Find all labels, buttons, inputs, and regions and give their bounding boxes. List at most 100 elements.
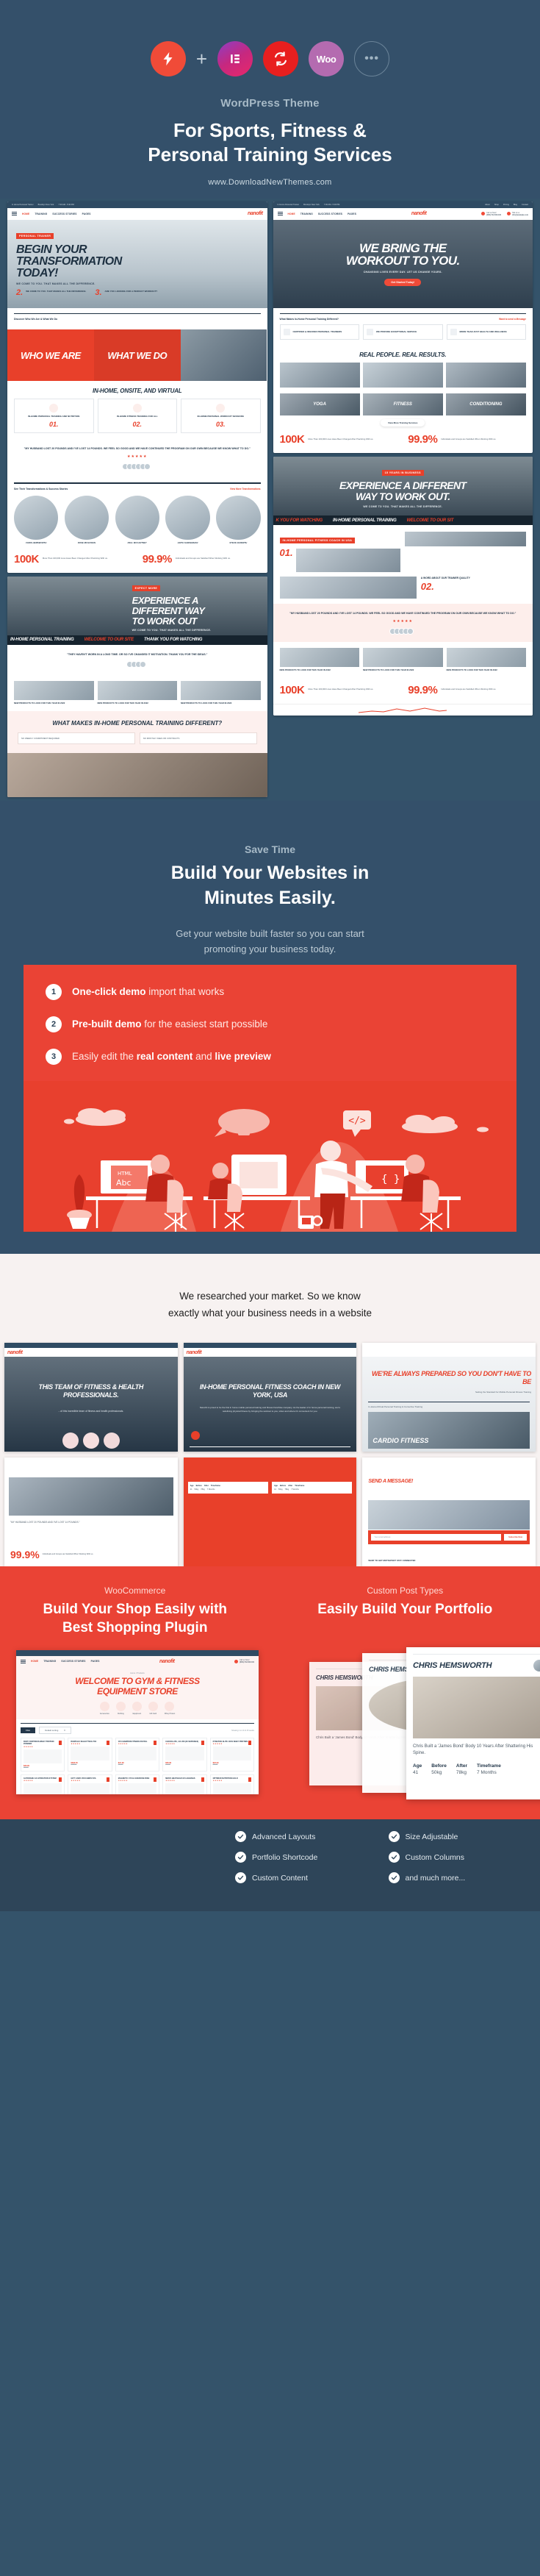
view-more-training-button[interactable]: View More Training Services (381, 419, 425, 427)
demo-shot-team[interactable]: nanofit THIS TEAM OF FITNESS & HEALTH PR… (4, 1343, 178, 1452)
course-tile[interactable]: FITNESS (362, 393, 443, 416)
mockup-hero-headline: WE BRING THE WORKOUT TO YOU. (345, 240, 460, 268)
nav-email[interactable]: Talk to us info@example.com (507, 212, 528, 216)
demo-shot-newsletter[interactable]: SEND A MESSAGE! Your email address Subsc… (362, 1458, 536, 1566)
course-tile[interactable]: YOGA (279, 393, 360, 416)
product-card[interactable]: GATORADE GX HYDRATION SYSTEM★★★★★$24.99$… (21, 1774, 65, 1795)
topbar-link-shop[interactable]: Shop (494, 204, 499, 206)
nav-training[interactable]: TRAINING (300, 213, 313, 215)
nav-training[interactable]: TRAINING (43, 1660, 56, 1663)
demo-shot-prepared[interactable]: WE'RE ALWAYS PREPARED SO YOU DON'T HAVE … (362, 1343, 536, 1452)
marquee-item: K YOU FOR WATCHING (276, 518, 323, 523)
person-card[interactable]: PAUL MCCARTNEY (115, 495, 159, 544)
person-card[interactable]: STEVE NAISMITH (216, 495, 261, 544)
demo-shot-coach[interactable]: nanofit IN-HOME PERSONAL FITNESS COACH I… (183, 1343, 357, 1452)
nav-success-stories[interactable]: SUCCESS STORIES (318, 213, 342, 215)
product-card[interactable]: GIFT CARD VOUCHERS 50%★★★★★$50.00$75.00 (68, 1774, 112, 1795)
mockup-banner-right[interactable]: 15 YEARS IN BUSINESS EXPERIENCE A DIFFER… (273, 457, 533, 716)
product-image (165, 1783, 204, 1795)
nav-pages[interactable]: PAGES (91, 1660, 100, 1663)
mockup-banner-left[interactable]: EXPECT MORE EXPERIENCE A DIFFERENT WAY T… (7, 576, 267, 798)
avatar (103, 1433, 120, 1449)
message-link[interactable]: Want to send a Message (499, 318, 526, 321)
product-card[interactable]: BODY FORTRESS WHEY PROTEIN POWDER ★★★★★ $2… (21, 1738, 65, 1772)
marquee-item: IN-HOME PERSONAL TRAINING (10, 638, 74, 643)
category-item[interactable]: Clothing (115, 1702, 126, 1715)
filter-button[interactable]: Filter (21, 1727, 36, 1734)
portfolio-card-front[interactable]: CHRIS HEMSWORTH Chris Built a 'James Bon… (406, 1647, 540, 1800)
course-tile[interactable]: CONDITIONING (445, 393, 527, 416)
category-item[interactable]: Gift Card (148, 1702, 158, 1715)
product-card[interactable]: CHOCOLATE, 4.8 LBS (30 SERVINGS) ★★★★★ $36… (162, 1738, 207, 1772)
nav-home[interactable]: HOME (22, 213, 29, 215)
blog-post[interactable]: NEW PRODUCTS TO LOOK FOR THIS YEAR IN 20… (363, 648, 443, 672)
hamburger-icon[interactable] (12, 212, 17, 216)
person-card[interactable]: CHRIS HEMSWORTH (14, 495, 59, 544)
transformation-card[interactable]: Age Before After Timeframe 41 50kg 78kg 7 Mo… (187, 1482, 268, 1494)
faq-item[interactable]: NO WEEKLY COMMITMENT REQUIRED (18, 732, 135, 745)
hamburger-icon[interactable] (21, 1659, 26, 1663)
transformation-card[interactable]: Age Before After Timeframe 41 50kg 78kg 7 Mo… (272, 1482, 353, 1494)
topbar-link-about[interactable]: About (485, 204, 490, 206)
product-card[interactable]: MEN'S HEATGEAR 3/4 LEGGINGS★★★★★$26.99$3… (162, 1774, 207, 1795)
person-card[interactable]: ROSE MCGOWAN (64, 495, 109, 544)
nav-pages[interactable]: PAGES (348, 213, 356, 215)
who-we-are-block[interactable]: WHO WE ARE (7, 329, 94, 382)
topbar-link-pricing[interactable]: Pricing (503, 204, 509, 206)
service-tile[interactable]: IN-HOME PERSONAL WORKOUT SESSIONS 03. (181, 399, 261, 433)
nav-home[interactable]: HOME (288, 213, 295, 215)
topbar-link-contact[interactable]: Contact (522, 204, 528, 206)
product-card[interactable]: CB CHAMPION FITNESS DUFFEL ★★★★★ $21.99 $29… (115, 1738, 160, 1772)
category-item[interactable]: Whey Protein (165, 1702, 175, 1715)
category-item[interactable]: Accessories (99, 1702, 109, 1715)
product-card[interactable]: DYMATIZE ELITE 100% WHEY PROTEIN ★★★★★ $32… (209, 1738, 254, 1772)
nav-home[interactable]: HOME (31, 1660, 38, 1663)
blog-post[interactable]: NEW PRODUCTS TO LOOK FOR THIS YEAR IN 20… (97, 681, 177, 705)
nav-phone[interactable]: Call us Now! (000)-712-810-181 (234, 1659, 254, 1663)
product-card[interactable]: BOWFLEX SELECTTECH 552 ★★★★★ $399.00 $499.0… (68, 1738, 112, 1772)
mockup-home-right[interactable]: In Home Personal Trainer Brooklyn New Yo… (273, 201, 533, 454)
blog-post[interactable]: NEW PRODUCTS TO LOOK FOR THIS YEAR IN 20… (14, 681, 94, 705)
svg-text:HTML: HTML (118, 1171, 132, 1177)
email-field[interactable]: Your email address (371, 1534, 502, 1541)
subscribe-button[interactable]: Subscribe Now (504, 1534, 527, 1541)
nav-training[interactable]: TRAINING (35, 213, 47, 215)
category-item[interactable]: Equipment (132, 1702, 142, 1715)
what-we-do-block[interactable]: WHAT WE DO (93, 329, 181, 382)
service-tile[interactable]: IN-HOME PERSONAL TRAINING AND NUTRITION … (14, 399, 94, 433)
shop-mockup[interactable]: HOME TRAINING SUCCESS STORIES PAGES nano… (16, 1650, 259, 1795)
marquee-strip: K YOU FOR WATCHING IN-HOME PERSONAL TRAI… (273, 515, 533, 526)
feature-card[interactable]: WE PROVIDE EXCEPTIONAL SERVICE (363, 324, 443, 340)
play-icon[interactable] (190, 1431, 200, 1440)
product-card[interactable]: OPTIMUM NUTRITION GOLD★★★★★$37.99$44.99 (209, 1774, 254, 1795)
nav-success-stories[interactable]: SUCCESS STORIES (52, 213, 76, 215)
hamburger-icon[interactable] (277, 212, 283, 216)
demo-shot-quote[interactable]: "MY HUSBAND LOST 20 POUNDS AND I'VE LOST… (4, 1458, 178, 1566)
product-card[interactable]: MAGNETIC CYCLE EXERCISE BIKE★★★★★$231.99… (115, 1774, 160, 1795)
banner-image: 15 YEARS IN BUSINESS EXPERIENCE A DIFFER… (273, 457, 533, 516)
nav-phone[interactable]: Call us Now! (000)-712-810-181 (481, 212, 501, 216)
blog-post[interactable]: NEW PRODUCTS TO LOOK FOR THIS YEAR IN 20… (446, 648, 526, 672)
section-tag: IN-HOME PERSONAL FITNESS COACH IN USA (279, 538, 356, 544)
blog-post[interactable]: NEW PRODUCTS TO LOOK FOR THIS YEAR IN 20… (279, 648, 359, 672)
gallery-tile[interactable] (279, 363, 360, 388)
nav-pages[interactable]: PAGES (82, 213, 91, 215)
blog-post[interactable]: NEW PRODUCTS TO LOOK FOR THIS YEAR IN 20… (181, 681, 261, 705)
product-image (24, 1749, 62, 1763)
gallery-tile[interactable] (362, 363, 443, 388)
get-started-button[interactable]: Get Started Today! (384, 279, 422, 287)
feature-card[interactable]: CERTIFIED & INSURED PERSONAL TRAINERS (279, 324, 359, 340)
feature-card[interactable]: MORE THAN JUST HEALTH AND WELLNESS (446, 324, 526, 340)
demo-shot-transformations[interactable]: Age Before After Timeframe 41 50kg 78kg 7 Mo… (183, 1458, 357, 1566)
person-card[interactable]: ANITA SARKEESIAN (165, 495, 210, 544)
topbar-link-blog[interactable]: Blog (514, 204, 517, 206)
woo-title: Build Your Shop Easily with Best Shopping… (43, 1602, 228, 1636)
sort-select[interactable]: Default sorting ▾ (39, 1727, 71, 1735)
people-more-link[interactable]: View More Transformations (230, 488, 261, 490)
gallery-tile[interactable] (445, 363, 527, 388)
service-tile[interactable]: IN-HOME FITNESS TRAINING FOR ALL 02. (97, 399, 177, 433)
service-icon (216, 404, 226, 413)
mockup-home-left[interactable]: In Home Personal Trainer Brooklyn New Yo… (7, 201, 267, 573)
faq-item[interactable]: NO MONTHLY FEES OR CONTRACTS (139, 732, 257, 745)
nav-success-stories[interactable]: SUCCESS STORIES (61, 1660, 85, 1663)
